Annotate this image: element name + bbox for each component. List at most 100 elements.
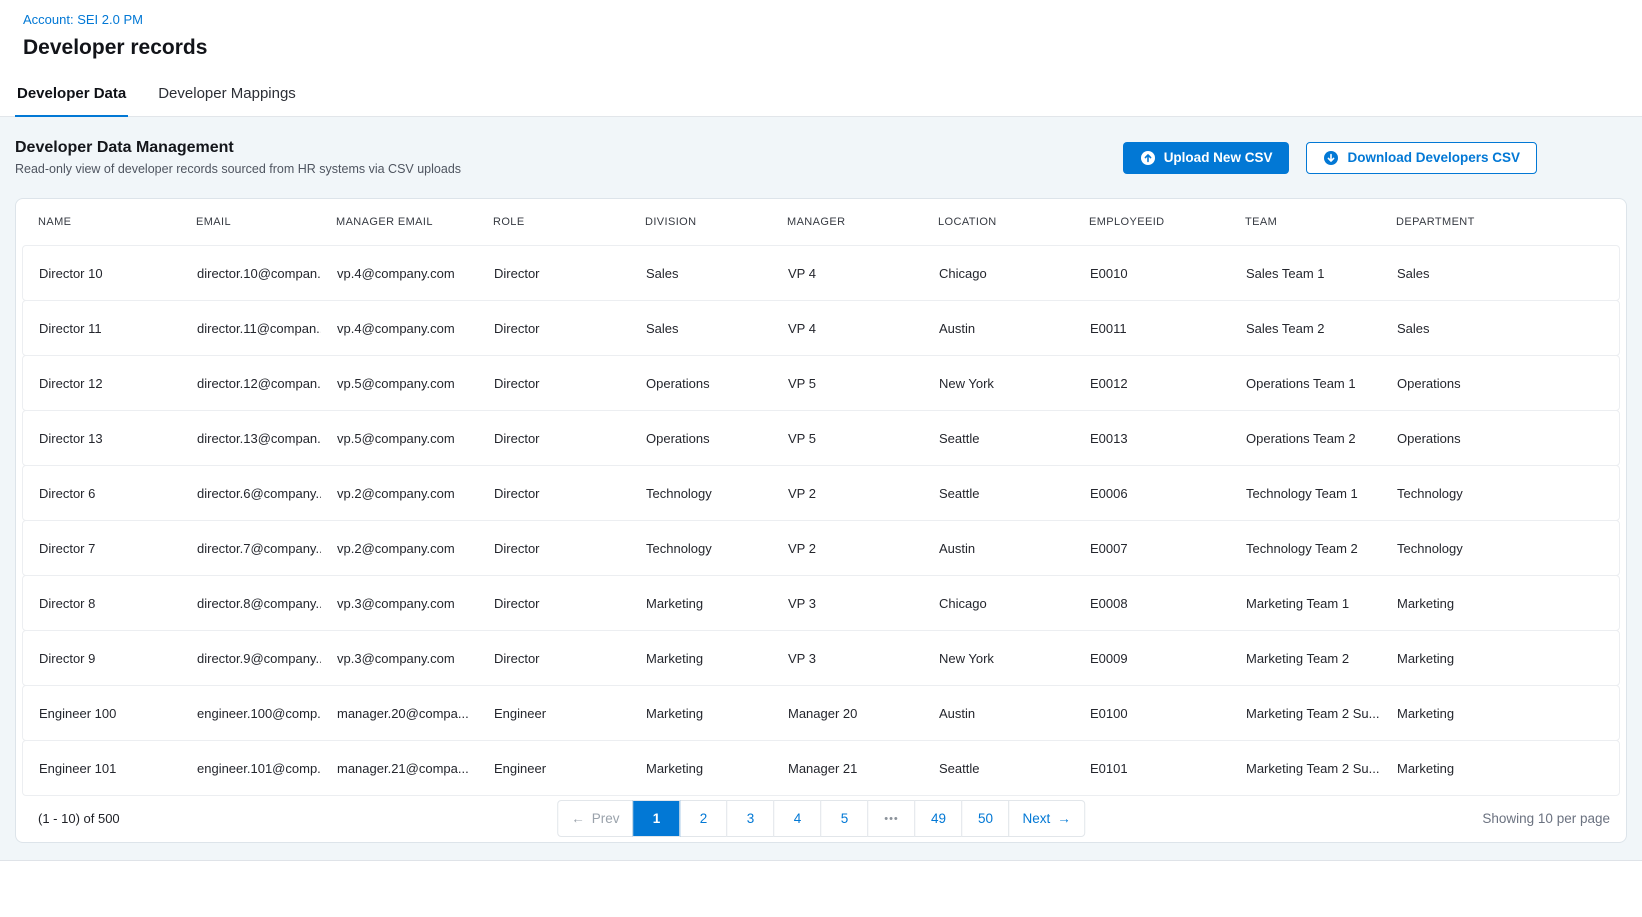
pagination-range: (1 - 10) of 500 — [38, 811, 120, 826]
cell-team: Operations Team 2 — [1230, 431, 1381, 446]
cell-division: Marketing — [630, 706, 772, 721]
table-row: Director 6director.6@company....vp.2@com… — [22, 465, 1620, 521]
page-button-49[interactable]: 49 — [915, 800, 963, 837]
page-header: Account: SEI 2.0 PM Developer records — [0, 0, 1642, 60]
cell-manager: VP 5 — [772, 431, 923, 446]
cell-email: engineer.100@comp... — [181, 706, 321, 721]
cell-manager: VP 4 — [772, 266, 923, 281]
cell-division: Technology — [630, 486, 772, 501]
prev-page-button[interactable]: ← Prev — [557, 800, 633, 837]
cell-department: Marketing — [1381, 596, 1619, 611]
page-button-3[interactable]: 3 — [727, 800, 775, 837]
prev-label: Prev — [592, 811, 620, 826]
page-button-4[interactable]: 4 — [774, 800, 822, 837]
column-header-team: TEAM — [1229, 216, 1380, 228]
cell-division: Marketing — [630, 761, 772, 776]
cell-employeeid: E0009 — [1074, 651, 1230, 666]
column-header-division: DIVISION — [629, 216, 771, 228]
cell-name: Director 7 — [23, 541, 181, 556]
cell-manager-email: vp.2@company.com — [321, 486, 478, 501]
upload-csv-button[interactable]: Upload New CSV — [1123, 142, 1290, 174]
cell-location: New York — [923, 376, 1074, 391]
column-header-employeeid: EMPLOYEEID — [1073, 216, 1229, 228]
cell-location: Seattle — [923, 486, 1074, 501]
table-row: Director 9director.9@company....vp.3@com… — [22, 630, 1620, 686]
per-page-text: Showing 10 per page — [1482, 811, 1610, 826]
cell-name: Engineer 100 — [23, 706, 181, 721]
cell-employeeid: E0100 — [1074, 706, 1230, 721]
cell-department: Operations — [1381, 431, 1619, 446]
cell-manager: VP 2 — [772, 486, 923, 501]
cell-manager: VP 5 — [772, 376, 923, 391]
cell-team: Sales Team 2 — [1230, 321, 1381, 336]
tab-bar: Developer Data Developer Mappings — [0, 75, 1642, 117]
cell-employeeid: E0101 — [1074, 761, 1230, 776]
page-button-1[interactable]: 1 — [633, 800, 681, 837]
download-csv-button[interactable]: Download Developers CSV — [1306, 142, 1537, 174]
tab-developer-data[interactable]: Developer Data — [15, 75, 128, 117]
cell-location: Austin — [923, 541, 1074, 556]
cell-manager: Manager 20 — [772, 706, 923, 721]
cell-employeeid: E0006 — [1074, 486, 1230, 501]
column-header-role: ROLE — [477, 216, 629, 228]
cell-manager-email: vp.4@company.com — [321, 321, 478, 336]
cell-location: Chicago — [923, 596, 1074, 611]
cell-department: Sales — [1381, 266, 1619, 281]
cell-team: Marketing Team 2 — [1230, 651, 1381, 666]
cell-name: Director 8 — [23, 596, 181, 611]
cell-employeeid: E0013 — [1074, 431, 1230, 446]
developer-table-card: NAMEEMAILMANAGER EMAILROLEDIVISIONMANAGE… — [15, 198, 1627, 843]
cell-manager: VP 4 — [772, 321, 923, 336]
cell-team: Marketing Team 2 Su... — [1230, 761, 1381, 776]
cell-division: Operations — [630, 376, 772, 391]
cell-manager-email: vp.3@company.com — [321, 651, 478, 666]
management-header: Developer Data Management Read-only view… — [15, 139, 1627, 176]
tab-developer-mappings[interactable]: Developer Mappings — [156, 75, 298, 117]
page-button-2[interactable]: 2 — [680, 800, 728, 837]
cell-role: Engineer — [478, 761, 630, 776]
column-header-department: DEPARTMENT — [1380, 216, 1620, 228]
upload-icon — [1140, 150, 1156, 166]
cell-division: Marketing — [630, 651, 772, 666]
cell-role: Director — [478, 266, 630, 281]
arrow-right-icon: → — [1057, 811, 1071, 826]
cell-manager-email: manager.21@compa... — [321, 761, 478, 776]
table-row: Director 12director.12@compan...vp.5@com… — [22, 355, 1620, 411]
next-label: Next — [1023, 811, 1051, 826]
cell-email: director.11@compan... — [181, 321, 321, 336]
cell-manager: VP 3 — [772, 596, 923, 611]
table-row: Director 10director.10@compan...vp.4@com… — [22, 245, 1620, 301]
cell-manager: VP 3 — [772, 651, 923, 666]
cell-division: Sales — [630, 266, 772, 281]
cell-email: director.9@company.... — [181, 651, 321, 666]
download-icon — [1323, 150, 1339, 166]
cell-email: director.12@compan... — [181, 376, 321, 391]
cell-manager-email: vp.5@company.com — [321, 376, 478, 391]
table-row: Engineer 100engineer.100@comp...manager.… — [22, 685, 1620, 741]
cell-role: Director — [478, 596, 630, 611]
cell-name: Director 12 — [23, 376, 181, 391]
cell-location: Chicago — [923, 266, 1074, 281]
account-link[interactable]: Account: SEI 2.0 PM — [23, 12, 143, 27]
cell-division: Marketing — [630, 596, 772, 611]
cell-manager-email: vp.2@company.com — [321, 541, 478, 556]
cell-email: director.13@compan... — [181, 431, 321, 446]
arrow-left-icon: ← — [571, 811, 585, 826]
cell-location: Seattle — [923, 761, 1074, 776]
table-body: Director 10director.10@compan...vp.4@com… — [22, 245, 1620, 796]
cell-department: Marketing — [1381, 761, 1619, 776]
column-header-manager-email: MANAGER EMAIL — [320, 216, 477, 228]
cell-name: Director 11 — [23, 321, 181, 336]
cell-location: Austin — [923, 321, 1074, 336]
page-button-5[interactable]: 5 — [821, 800, 869, 837]
page-title: Developer records — [23, 36, 1619, 60]
next-page-button[interactable]: Next → — [1009, 800, 1085, 837]
management-actions: Upload New CSV Download Developers CSV — [1123, 142, 1537, 174]
table-row: Director 8director.8@company....vp.3@com… — [22, 575, 1620, 631]
cell-team: Technology Team 1 — [1230, 486, 1381, 501]
column-header-email: EMAIL — [180, 216, 320, 228]
cell-manager-email: vp.5@company.com — [321, 431, 478, 446]
page-button-50[interactable]: 50 — [962, 800, 1010, 837]
cell-role: Director — [478, 431, 630, 446]
cell-role: Engineer — [478, 706, 630, 721]
